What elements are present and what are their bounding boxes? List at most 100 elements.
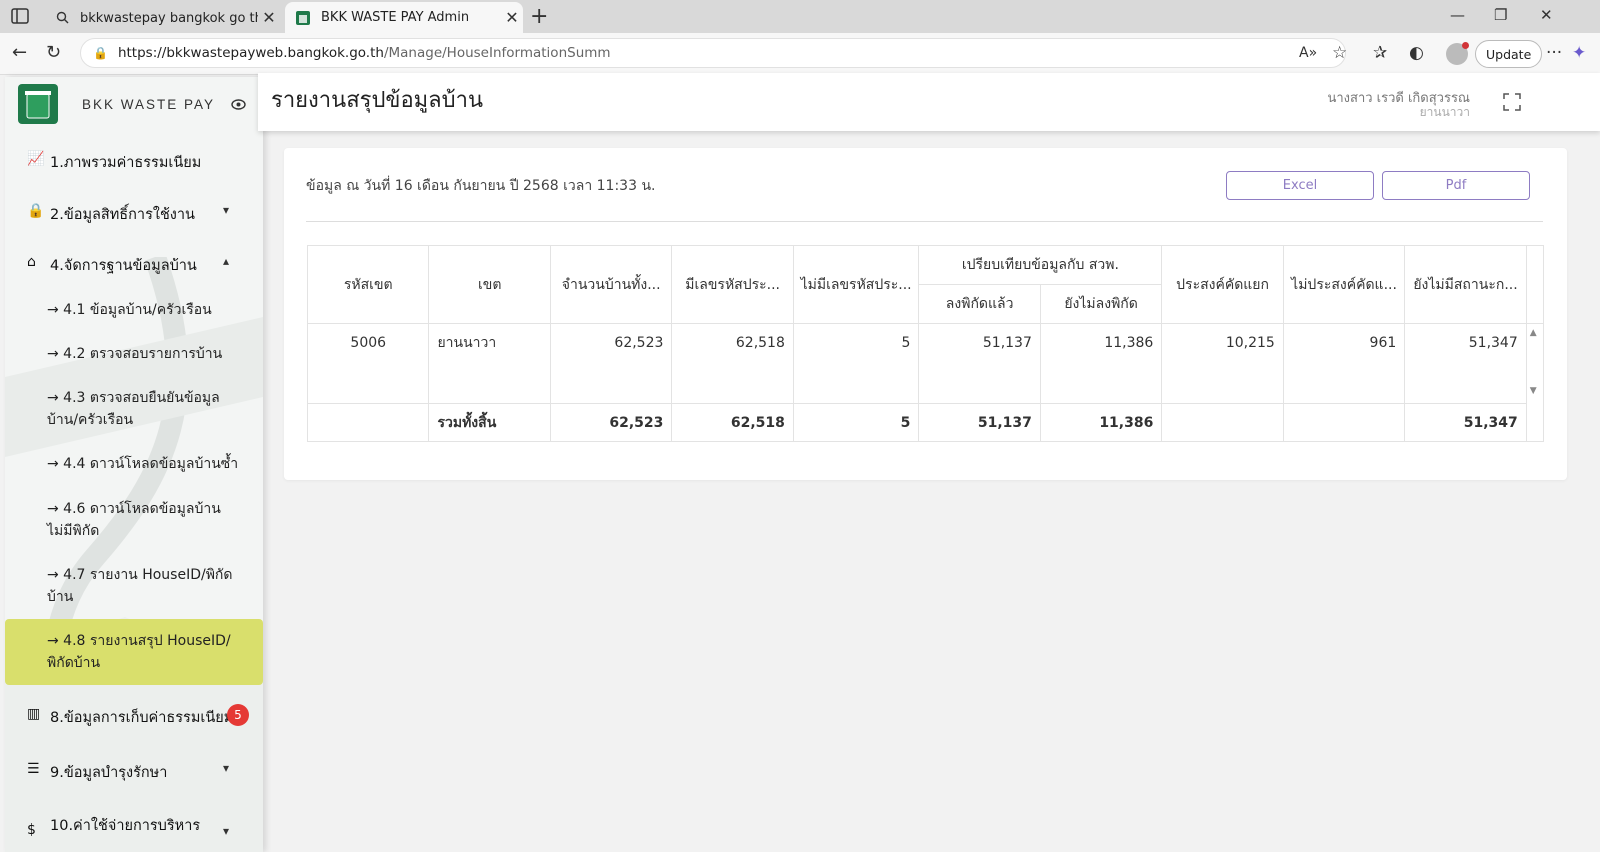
cell-not-plotted: 11,386: [1039, 323, 1163, 362]
update-button[interactable]: Update: [1475, 40, 1543, 68]
cell-total-houses: 62,523: [549, 323, 673, 362]
copilot-icon[interactable]: ✦: [1572, 43, 1586, 63]
close-icon[interactable]: ✕: [258, 8, 280, 27]
sidebar-item-4-6[interactable]: → 4.6 ดาวน์โหลดข้อมูลบ้านไม่มีพิกัด: [5, 498, 263, 542]
chevron-up-icon: ▴: [223, 254, 230, 268]
chevron-down-icon: ▾: [223, 761, 230, 775]
menu-item-label: 1.ภาพรวมค่าธรรมเนียม: [50, 155, 202, 171]
cell-code: 5006: [306, 323, 430, 362]
cell-with-code: 62,518: [671, 323, 794, 362]
more-icon[interactable]: ···: [1546, 43, 1562, 63]
column-header-without-code[interactable]: ไม่มีเลขรหัสประ...: [792, 245, 920, 324]
browser-tab-bar: bkkwastepay bangkok go th - ค้นห ✕ BKK W…: [0, 0, 1600, 33]
column-header-no-status[interactable]: ยังไม่มีสถานะก...: [1404, 245, 1527, 324]
tab-title: BKK WASTE PAY Admin: [321, 10, 470, 25]
chevron-down-icon: ▾: [223, 203, 230, 217]
excel-export-button[interactable]: Excel: [1226, 171, 1374, 200]
fullscreen-icon[interactable]: [1503, 93, 1521, 111]
column-header-want-sort[interactable]: ประสงค์คัดแยก: [1161, 245, 1284, 324]
address-toolbar: ← ↻ 🔒 https://bkkwastepayweb.bangkok.go.…: [0, 33, 1600, 75]
home-icon: ⌂: [27, 254, 36, 270]
total-plotted: 51,137: [918, 403, 1041, 442]
profile-avatar[interactable]: [1446, 42, 1469, 65]
bkk-waste-pay-logo: [18, 84, 58, 124]
notification-dot: [1462, 42, 1469, 49]
edge-icon[interactable]: ◐: [1409, 43, 1424, 63]
table-scrollbar[interactable]: ▲ ▼: [1525, 323, 1545, 404]
list-icon: ☰: [27, 761, 40, 777]
table-empty-space: [306, 361, 1544, 404]
favorite-star-icon[interactable]: ☆: [1332, 43, 1347, 63]
close-icon[interactable]: ✕: [501, 8, 523, 27]
menu-item-label: 8.ข้อมูลการเก็บค่าธรรมเนียม: [50, 710, 234, 726]
url-host: https://bkkwastepayweb.bangkok.go.th: [117, 45, 384, 61]
close-window-icon[interactable]: ✕: [1540, 6, 1553, 24]
menu-item-label: 9.ข้อมูลบำรุงรักษา: [50, 765, 168, 781]
read-aloud-icon[interactable]: A»: [1299, 45, 1317, 61]
brand-header: BKK WASTE PAY: [5, 77, 263, 133]
lock-icon: 🔒: [93, 46, 108, 60]
table-row[interactable]: 5006 ยานนาวา 62,523 62,518 5 51,137 11,3…: [306, 323, 1545, 404]
user-district: ยานนาวา: [1419, 105, 1470, 119]
total-label: รวมทั้งสิ้น: [428, 403, 551, 442]
money-icon: $: [27, 822, 36, 838]
report-card: ข้อมูล ณ วันที่ 16 เดือน กันยายน ปี 2568…: [284, 148, 1567, 480]
favorites-icon[interactable]: ✰: [1373, 43, 1387, 63]
column-header-district[interactable]: เขต: [428, 245, 551, 324]
url-bar[interactable]: 🔒 https://bkkwastepayweb.bangkok.go.th/M…: [80, 38, 1346, 68]
site-favicon-icon: [295, 10, 311, 26]
sidebar-item-4-7[interactable]: → 4.7 รายงาน HouseID/พิกัดบ้าน: [5, 564, 263, 608]
refresh-icon[interactable]: ↻: [46, 42, 61, 63]
total-not-plotted: 11,386: [1039, 403, 1163, 442]
tab-search[interactable]: bkkwastepay bangkok go th - ค้นห ✕: [44, 2, 280, 33]
sidebar-item-4-1[interactable]: → 4.1 ข้อมูลบ้าน/ครัวเรือน: [5, 299, 263, 321]
page-title: รายงานสรุปข้อมูลบ้าน: [271, 88, 483, 113]
back-icon[interactable]: ←: [12, 42, 27, 63]
tab-title: bkkwastepay bangkok go th - ค้นห: [80, 11, 258, 26]
sidebar-item-4-4[interactable]: → 4.4 ดาวน์โหลดข้อมูลบ้านซ้ำ: [5, 453, 263, 475]
total-want-sort: [1161, 403, 1284, 442]
sidebar-item-4-3[interactable]: → 4.3 ตรวจสอบยืนยันข้อมูลบ้าน/ครัวเรือน: [5, 387, 263, 431]
notification-badge: 5: [227, 704, 249, 726]
sidebar-toggle-icon[interactable]: [10, 6, 30, 26]
scroll-up-icon[interactable]: ▲: [1530, 328, 1537, 338]
menu-item-label: 4.จัดการฐานข้อมูลบ้าน: [50, 258, 197, 274]
eye-icon[interactable]: [231, 99, 246, 110]
new-tab-icon[interactable]: +: [530, 4, 548, 29]
page-header: รายงานสรุปข้อมูลบ้าน นางสาว เรวดี เกิดสุ…: [258, 73, 1600, 131]
total-no-status: 51,347: [1404, 403, 1527, 442]
divider: [306, 221, 1543, 222]
sidebar-item-4-8[interactable]: → 4.8 รายงานสรุป HouseID/พิกัดบ้าน: [5, 619, 263, 685]
column-header-plotted[interactable]: ลงพิกัดแล้ว: [918, 284, 1041, 324]
url-path: /Manage/HouseInformationSumm: [383, 45, 611, 61]
pdf-export-button[interactable]: Pdf: [1382, 171, 1530, 200]
column-header-not-want-sort[interactable]: ไม่ประสงค์คัดแ...: [1282, 245, 1406, 324]
tab-admin[interactable]: BKK WASTE PAY Admin ✕: [285, 2, 523, 33]
total-without-code: 5: [792, 403, 920, 442]
total-with-code: 62,518: [671, 403, 794, 442]
total-total-houses: 62,523: [549, 403, 673, 442]
cell-no-status: 51,347: [1404, 323, 1527, 362]
total-scroll-cell: [1525, 403, 1545, 442]
sidebar-item-4-2[interactable]: → 4.2 ตรวจสอบรายการบ้าน: [5, 343, 263, 365]
lock-icon: 🔒: [27, 203, 45, 219]
menu-item-label: 10.ค่าใช้จ่ายการบริหาร: [50, 818, 201, 834]
column-header-total-houses[interactable]: จำนวนบ้านทั้ง...: [549, 245, 673, 324]
menu-item-label: 2.ข้อมูลสิทธิ์การใช้งาน: [50, 207, 195, 223]
minimize-icon[interactable]: —: [1450, 6, 1465, 24]
scrollbar-header: [1525, 245, 1545, 324]
scroll-down-icon[interactable]: ▼: [1530, 386, 1537, 396]
app-sidebar: BKK WASTE PAY 📈 1.ภาพรวมค่าธรรมเนียม 🔒 2…: [5, 77, 263, 852]
search-icon: [54, 10, 70, 26]
cell-without-code: 5: [792, 323, 920, 362]
column-header-code[interactable]: รหัสเขต: [306, 245, 430, 324]
cell-want-sort: 10,215: [1161, 323, 1284, 362]
cell-not-want-sort: 961: [1282, 323, 1406, 362]
data-as-of-text: ข้อมูล ณ วันที่ 16 เดือน กันยายน ปี 2568…: [306, 178, 656, 194]
house-summary-table: รหัสเขต เขต จำนวนบ้านทั้ง... มีเลขรหัสปร…: [306, 245, 1545, 442]
column-header-with-code[interactable]: มีเลขรหัสประ...: [671, 245, 794, 324]
restore-icon[interactable]: ❐: [1494, 6, 1507, 24]
chevron-down-icon: ▾: [223, 824, 230, 838]
total-cell-code: [306, 403, 430, 442]
column-header-not-plotted[interactable]: ยังไม่ลงพิกัด: [1039, 284, 1163, 324]
